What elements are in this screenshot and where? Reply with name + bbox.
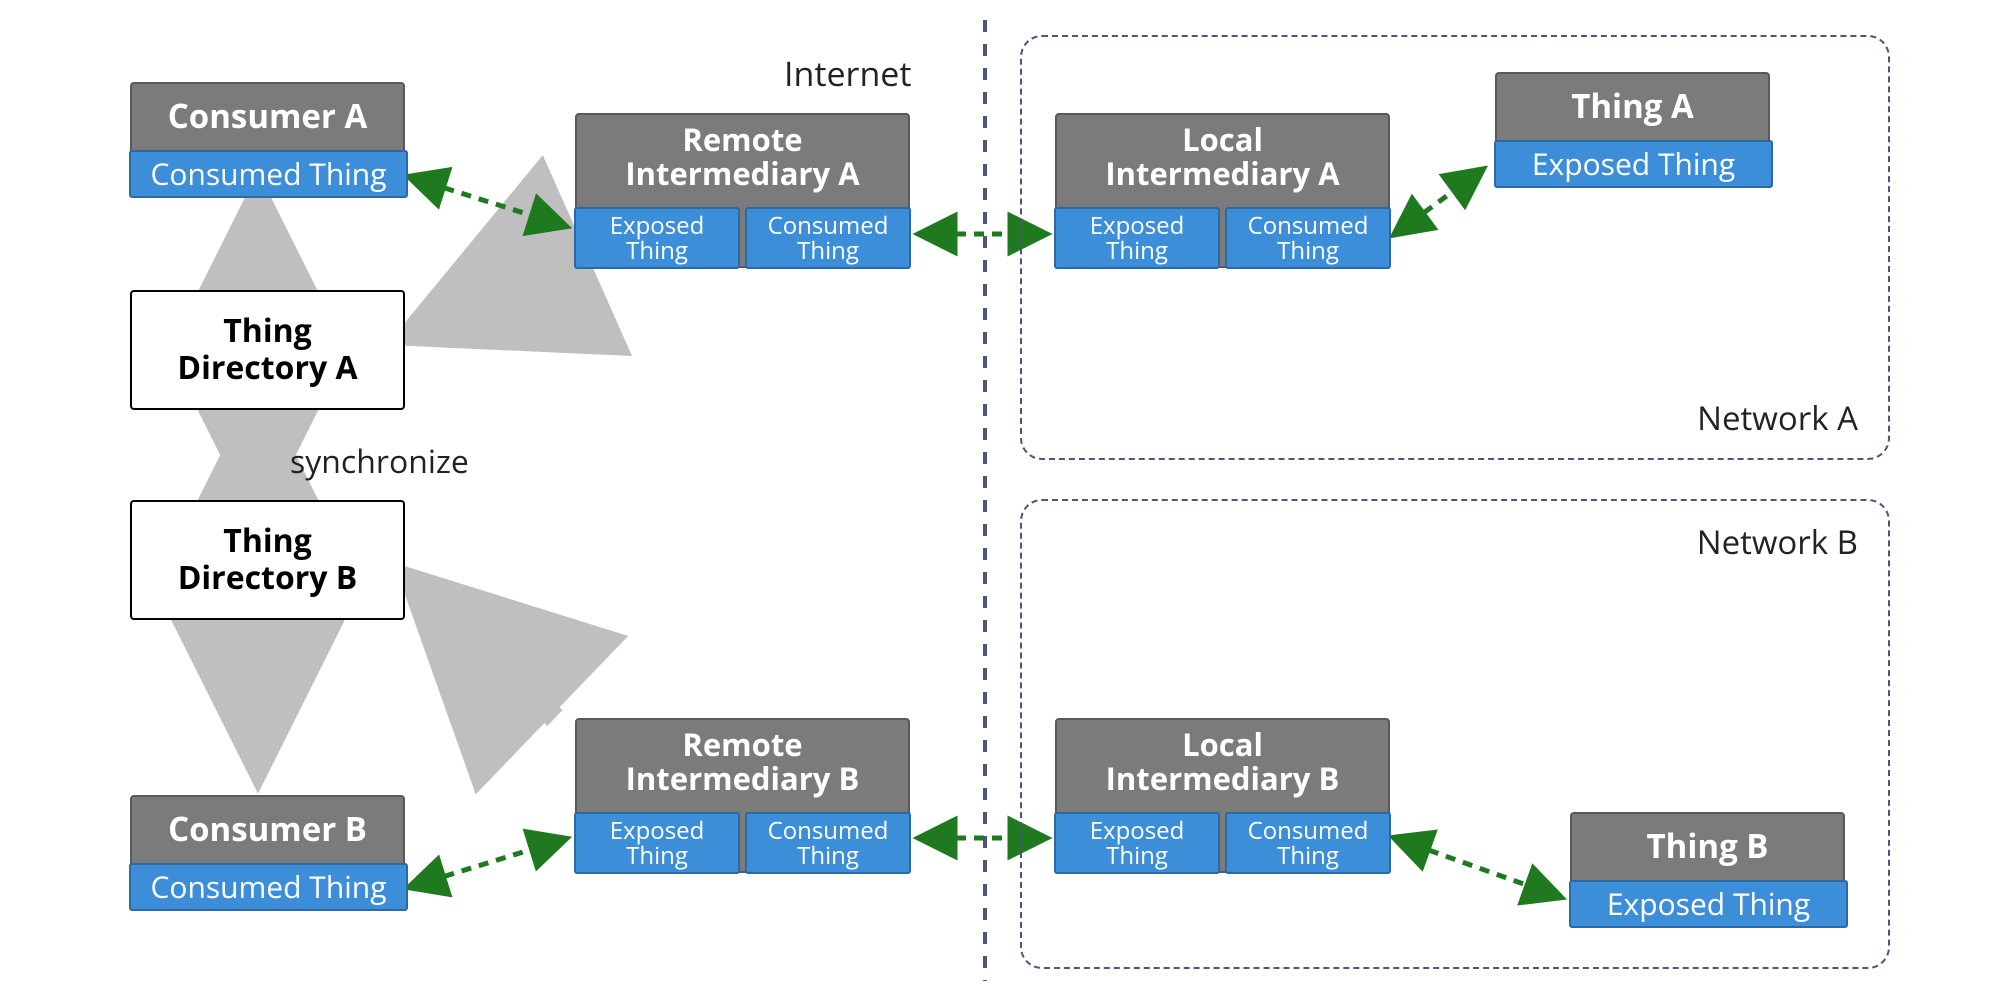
remote-intermediary-a-title: Remote Intermediary A xyxy=(577,115,908,191)
local-a-exposed-chip: Exposed Thing xyxy=(1054,207,1220,269)
consumer-b-consumed-chip: Consumed Thing xyxy=(129,863,408,911)
local-intermediary-a-title: Local Intermediary A xyxy=(1057,115,1388,191)
local-intermediary-b-title: Local Intermediary B xyxy=(1057,720,1388,796)
internet-label: Internet xyxy=(784,50,912,96)
synchronize-label: synchronize xyxy=(290,440,469,483)
remote-intermediary-a-box: Remote Intermediary A Exposed Thing Cons… xyxy=(575,113,910,268)
local-a-consumed-chip: Consumed Thing xyxy=(1225,207,1391,269)
consumer-b-title: Consumer B xyxy=(132,797,403,847)
local-intermediary-b-box: Local Intermediary B Exposed Thing Consu… xyxy=(1055,718,1390,873)
thing-directory-a-box: Thing Directory A xyxy=(130,290,405,410)
local-intermediary-a-box: Local Intermediary A Exposed Thing Consu… xyxy=(1055,113,1390,268)
remote-b-consumed-chip: Consumed Thing xyxy=(745,812,911,874)
consumer-a-title: Consumer A xyxy=(132,84,403,134)
thing-a-title: Thing A xyxy=(1497,74,1768,124)
remote-intermediary-b-box: Remote Intermediary B Exposed Thing Cons… xyxy=(575,718,910,873)
remote-b-exposed-chip: Exposed Thing xyxy=(574,812,740,874)
link-consumer-a-remote-a xyxy=(410,177,565,226)
consumer-b-box: Consumer B Consumed Thing xyxy=(130,795,405,910)
thing-directory-b-box: Thing Directory B xyxy=(130,500,405,620)
network-b-label: Network B xyxy=(1697,519,1858,564)
thing-b-exposed-chip: Exposed Thing xyxy=(1569,880,1848,928)
network-a-label: Network A xyxy=(1697,395,1858,440)
consumer-a-consumed-chip: Consumed Thing xyxy=(129,150,408,198)
local-b-exposed-chip: Exposed Thing xyxy=(1054,812,1220,874)
remote-a-consumed-chip: Consumed Thing xyxy=(745,207,911,269)
arrow-remote-a-to-dir-a xyxy=(420,270,555,330)
thing-a-box: Thing A Exposed Thing xyxy=(1495,72,1770,187)
remote-intermediary-b-title: Remote Intermediary B xyxy=(577,720,908,796)
arrow-remote-b-to-dir-b xyxy=(420,588,555,718)
remote-a-exposed-chip: Exposed Thing xyxy=(574,207,740,269)
thing-b-title: Thing B xyxy=(1572,814,1843,864)
local-b-consumed-chip: Consumed Thing xyxy=(1225,812,1391,874)
thing-a-exposed-chip: Exposed Thing xyxy=(1494,140,1773,188)
link-consumer-b-remote-b xyxy=(410,839,565,887)
consumer-a-box: Consumer A Consumed Thing xyxy=(130,82,405,197)
thing-b-box: Thing B Exposed Thing xyxy=(1570,812,1845,927)
diagram-stage: Internet synchronize Network A Network B… xyxy=(0,0,2000,1001)
